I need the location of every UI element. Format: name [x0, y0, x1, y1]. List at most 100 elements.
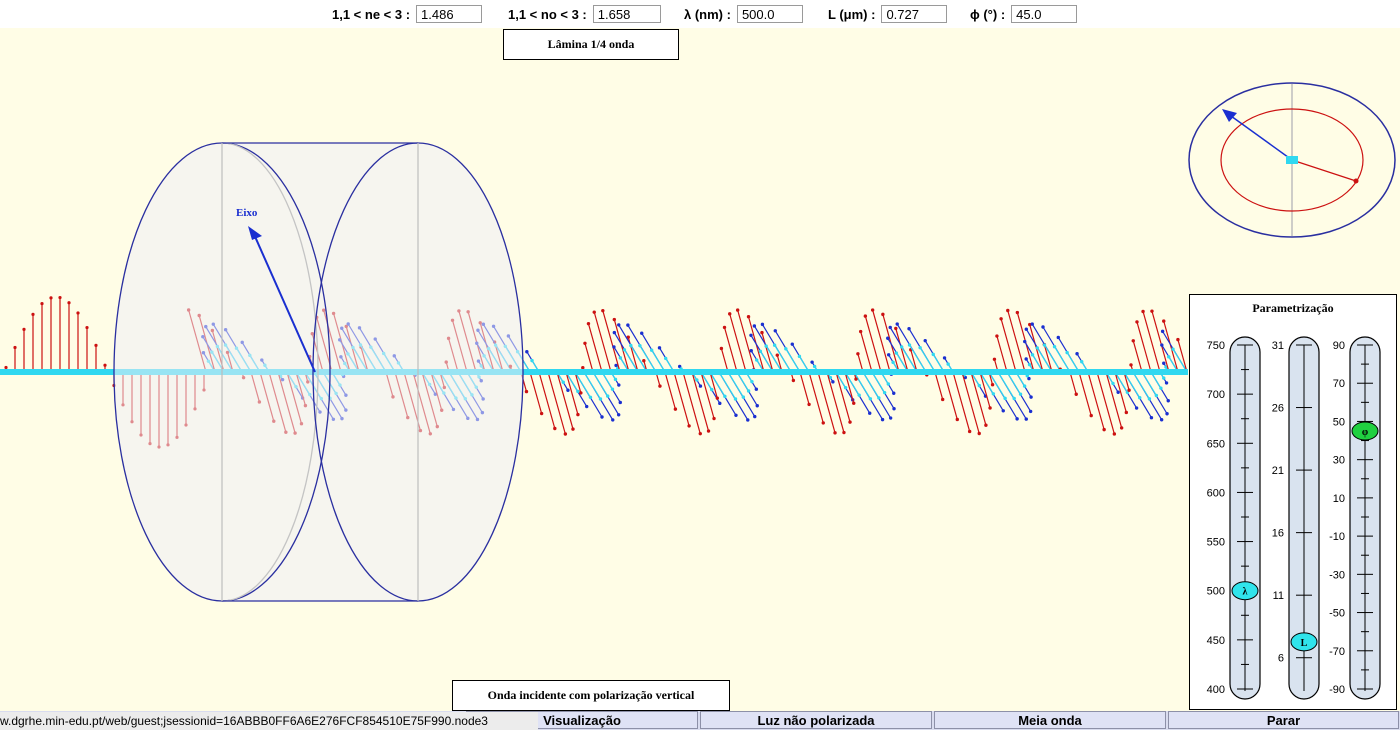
slider-L-tick-label: 21 — [1272, 465, 1284, 477]
field-vector-tip — [746, 418, 750, 422]
field-vector-tip — [895, 322, 899, 326]
field-vector-tip — [539, 411, 544, 416]
field-vector-tip — [1056, 335, 1060, 340]
field-vector — [592, 371, 609, 397]
field-vector-tip — [923, 338, 927, 343]
half-wave-button[interactable]: Meia onda — [934, 711, 1166, 729]
field-vector-tip — [525, 350, 529, 354]
field-vector-tip — [1171, 347, 1175, 351]
field-vector-tip — [715, 396, 720, 400]
field-vector-tip — [1018, 392, 1023, 396]
field-vector-tip — [784, 347, 788, 351]
plate-title-box: Lâmina 1/4 onda — [503, 29, 679, 60]
field-vector — [584, 343, 594, 373]
ne-input[interactable] — [416, 5, 483, 23]
field-vector — [952, 371, 971, 432]
field-vector-tip — [1024, 417, 1028, 421]
no-input[interactable] — [592, 5, 661, 23]
angle-input[interactable] — [1011, 5, 1078, 23]
slider-L-knob-label: L — [1301, 638, 1308, 649]
indicator-field-tip — [1353, 178, 1359, 184]
slider-lambda-tick-label: 750 — [1207, 340, 1225, 352]
field-vector-tip — [881, 312, 885, 317]
field-vector-tip — [612, 330, 617, 335]
field-vector-tip — [710, 387, 714, 392]
slider-phi-knob[interactable]: φ — [1351, 421, 1379, 441]
field-vector-tip — [868, 397, 873, 401]
field-vector-tip — [642, 358, 646, 363]
field-vector-tip — [772, 343, 777, 347]
field-vector-tip — [1160, 343, 1164, 347]
incident-vector-tip — [67, 301, 71, 305]
angle-label: ϕ (°) : — [970, 6, 1006, 22]
field-vector — [808, 371, 824, 424]
field-vector — [864, 315, 882, 373]
slider-phi-tick-label: 30 — [1333, 455, 1345, 467]
field-vector-tip — [657, 346, 662, 350]
field-vector-tip — [1015, 310, 1020, 315]
field-vector-tip — [992, 357, 997, 361]
field-vector-tip — [698, 384, 703, 388]
field-vector — [1043, 344, 1053, 373]
field-vector — [799, 371, 810, 405]
stop-button[interactable]: Parar — [1168, 711, 1399, 729]
field-vector-tip — [1041, 325, 1045, 329]
field-vector-tip — [1027, 362, 1032, 367]
field-vector-tip — [592, 310, 596, 314]
status-bar-url: w.dgrhe.min-edu.pt/web/guest;jsessionid=… — [0, 712, 538, 730]
field-vector-tip — [1080, 360, 1084, 364]
ne-label: 1,1 < ne < 3 : — [332, 6, 411, 22]
slider-lambda-tick-label: 450 — [1207, 635, 1225, 647]
field-vector-tip — [712, 416, 716, 421]
indicator-center — [1286, 156, 1298, 164]
plate-title: Lâmina 1/4 onda — [547, 37, 635, 51]
parameter-sliders: 750 700 650 600 550 500 450 400 λ 31 26 21 16 11 6 L 90 7… — [1207, 336, 1381, 700]
field-vector-tip — [553, 426, 557, 431]
incident-vector-tip — [13, 345, 17, 350]
field-vector — [718, 371, 737, 400]
field-vector-tip — [571, 427, 575, 431]
field-vector — [1141, 371, 1157, 396]
quarter-wave-plate — [113, 142, 524, 602]
field-vector — [574, 371, 591, 398]
slider-L-knob[interactable]: L — [1290, 632, 1318, 652]
slider-phi-tick-label: -50 — [1329, 608, 1345, 620]
incident-vector-tip — [22, 327, 26, 331]
field-vector-tip — [760, 322, 765, 327]
incident-vector-tip — [40, 302, 44, 306]
unpolarized-light-button[interactable]: Luz não polarizada — [700, 711, 932, 729]
field-vector-tip — [810, 360, 814, 364]
field-vector — [664, 371, 676, 410]
field-vector-tip — [1029, 395, 1033, 399]
field-vector — [529, 371, 543, 414]
slider-lambda-knob[interactable]: λ — [1231, 581, 1259, 601]
field-vector-tip — [807, 402, 811, 407]
field-vector-tip — [1147, 397, 1152, 401]
thickness-input[interactable] — [881, 5, 948, 23]
field-vector-tip — [1102, 427, 1106, 432]
field-vector-tip — [719, 346, 724, 351]
parameter-toolbar: 1,1 < ne < 3 : 1,1 < no < 3 : λ (nm) : L… — [0, 0, 1400, 28]
field-vector-tip — [1030, 353, 1035, 357]
field-vector-tip — [764, 344, 768, 348]
field-vector-tip — [1127, 388, 1131, 392]
wavelength-input[interactable] — [736, 5, 803, 23]
field-vector-tip — [1112, 432, 1117, 436]
wavelength-field: λ (nm) : — [684, 4, 803, 24]
field-vector-tip — [617, 383, 621, 387]
field-vector-tip — [870, 308, 875, 312]
field-vector-tip — [728, 312, 732, 316]
field-vector-tip — [695, 378, 699, 382]
field-vector-tip — [649, 348, 654, 352]
field-vector-tip — [579, 391, 583, 395]
slider-phi-tick-label: 70 — [1333, 378, 1345, 390]
field-vector-tip — [880, 417, 885, 422]
field-vector-tip — [988, 406, 992, 410]
field-vector-tip — [1176, 337, 1180, 342]
field-vector — [919, 347, 936, 373]
slider-L-tick-label: 26 — [1272, 403, 1284, 415]
field-vector-tip — [750, 379, 754, 384]
field-vector-tip — [842, 430, 846, 435]
field-vector-tip — [1028, 409, 1033, 414]
field-vector-tip — [843, 385, 848, 390]
